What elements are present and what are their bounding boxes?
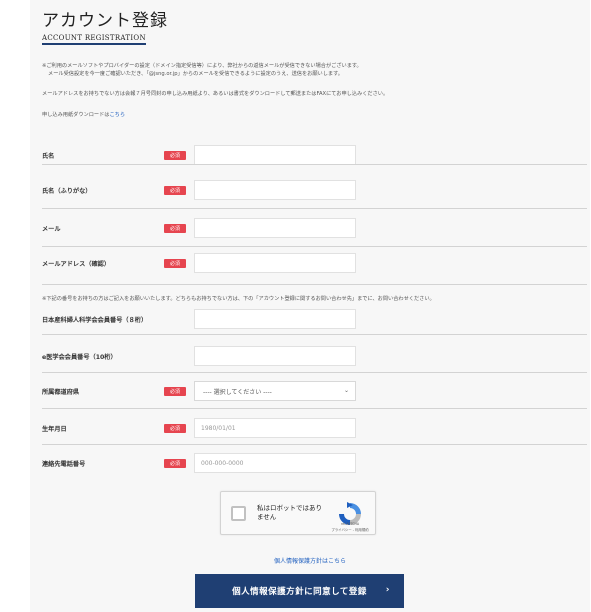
emed-number-input[interactable] <box>194 346 356 366</box>
privacy-prefix: 個人情報保護方針は <box>273 558 328 565</box>
email-input[interactable] <box>194 218 356 238</box>
submit-button[interactable]: 個人情報保護方針に同意して登録 › <box>195 574 404 608</box>
privacy-link[interactable]: こちら <box>328 558 346 565</box>
required-badge: 必須 <box>164 151 186 160</box>
kana-input[interactable] <box>194 180 356 200</box>
required-badge: 必須 <box>164 224 186 233</box>
member-number-input[interactable] <box>194 309 356 329</box>
required-badge: 必須 <box>164 459 186 468</box>
required-badge: 必須 <box>164 424 186 433</box>
birthday-input[interactable]: 1980/01/01 <box>194 418 356 438</box>
recaptcha-widget: 私はロボットではあり ません reCAPTCHA プライバシー - 利用規約 <box>220 491 376 535</box>
phone-input[interactable]: 000-000-0000 <box>194 453 356 473</box>
notice-mail-domain: メール受信設定を今一度ご確認いただき、「@jsng.or.jp」からのメールを受… <box>48 71 343 77</box>
name-input[interactable] <box>194 145 356 165</box>
notice-no-email: メールアドレスをお持ちでない方は会報７月号同封の申し込み用紙より、あるいは書式を… <box>42 91 389 97</box>
field-row-phone: 連絡先電話番号 必須 000-000-0000 <box>42 441 587 485</box>
download-prefix: 申し込み用紙ダウンロードは <box>42 112 110 118</box>
divider <box>42 164 587 165</box>
page-title: アカウント登録 <box>42 11 168 31</box>
privacy-policy-notice: 個人情報保護方針はこちら <box>30 556 590 565</box>
notice-mail-settings: ※ご利用のメールソフトやプロバイダーの設定（ドメイン指定受信等）により、弊社から… <box>42 63 362 69</box>
required-badge: 必須 <box>164 259 186 268</box>
download-notice: 申し込み用紙ダウンロードはこちら <box>42 111 125 118</box>
recaptcha-brand: reCAPTCHA <box>340 522 360 526</box>
download-link[interactable]: こちら <box>109 112 125 118</box>
registration-panel: アカウント登録 ACCOUNT REGISTRATION ※ご利用のメールソフト… <box>30 0 590 612</box>
chevron-down-icon: ⌄ <box>343 387 349 394</box>
required-badge: 必須 <box>164 387 186 396</box>
recaptcha-terms[interactable]: プライバシー - 利用規約 <box>329 527 371 532</box>
submit-button-label: 個人情報保護方針に同意して登録 <box>232 587 367 597</box>
chevron-right-icon: › <box>385 585 390 595</box>
required-badge: 必須 <box>164 186 186 195</box>
email-confirm-input[interactable] <box>194 253 356 273</box>
field-row-email-confirm: メールアドレス（確認） 必須 <box>42 241 587 285</box>
prefecture-select[interactable]: ---- 選択してください ---- ⌄ <box>194 381 356 401</box>
divider <box>42 284 587 285</box>
prefecture-selected-value: ---- 選択してください ---- <box>203 388 272 396</box>
phone-label: 連絡先電話番号 <box>42 460 86 468</box>
recaptcha-label: 私はロボットではあり ません <box>257 504 322 521</box>
email-confirm-label: メールアドレス（確認） <box>42 260 111 268</box>
subtitle-underline <box>42 43 146 45</box>
page-subtitle: ACCOUNT REGISTRATION <box>42 34 146 42</box>
recaptcha-checkbox[interactable] <box>231 506 246 521</box>
